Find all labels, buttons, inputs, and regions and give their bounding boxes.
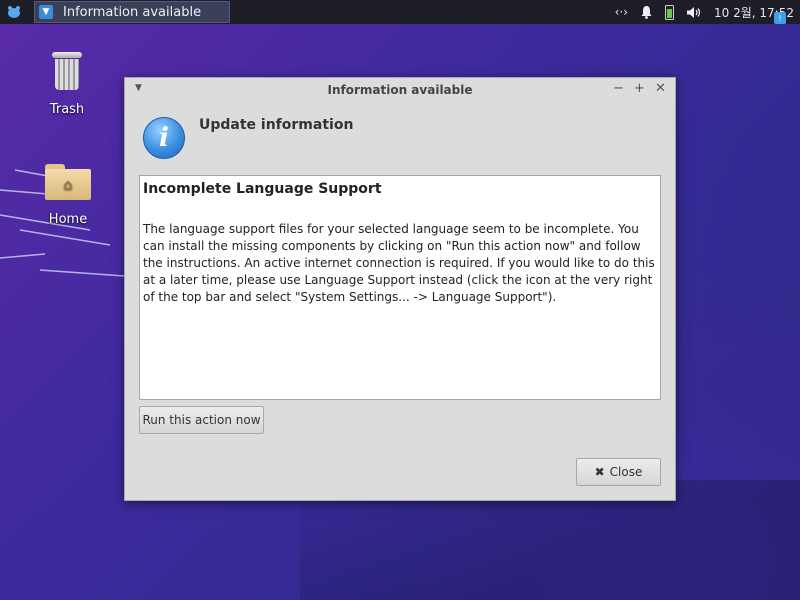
bell-icon[interactable] — [640, 5, 653, 19]
dialog-titlebar[interactable]: ▼ Information available − + ✕ — [125, 78, 675, 102]
close-label: Close — [609, 465, 643, 479]
desktop-icon-label: Home — [48, 212, 88, 227]
battery-icon[interactable] — [665, 4, 675, 20]
message-textview[interactable]: Incomplete Language Support The language… — [139, 175, 661, 400]
message-body: The language support files for your sele… — [143, 222, 655, 304]
notification-icon[interactable]: ! — [774, 12, 786, 24]
window-menu-icon[interactable]: ▼ — [135, 83, 142, 93]
info-icon: i — [143, 117, 185, 159]
close-x-icon: ✖ — [594, 465, 605, 479]
top-panel: ▼ Information available ‹·› 10 2월, 17:52… — [0, 0, 800, 24]
information-dialog: ▼ Information available − + ✕ i Update i… — [124, 77, 676, 501]
trash-icon — [52, 50, 82, 90]
system-tray: ‹·› 10 2월, 17:52 — [615, 0, 800, 24]
desktop-icon-trash[interactable]: Trash — [32, 50, 102, 117]
minimize-icon[interactable]: − — [613, 81, 624, 96]
dialog-title: Information available — [327, 83, 473, 97]
close-icon[interactable]: ✕ — [655, 81, 666, 96]
maximize-icon[interactable]: + — [634, 81, 645, 96]
whisker-menu-button[interactable] — [0, 0, 28, 24]
taskbar-item-information[interactable]: ▼ Information available — [34, 1, 230, 23]
network-icon[interactable]: ‹·› — [615, 5, 628, 19]
taskbar-item-label: Information available — [63, 4, 202, 20]
home-folder-icon: ⌂ — [45, 164, 91, 200]
download-icon: ▼ — [39, 5, 53, 19]
run-action-button[interactable]: Run this action now — [139, 406, 264, 434]
close-button[interactable]: ✖ Close — [576, 458, 661, 486]
xfce-mouse-icon — [8, 6, 20, 18]
message-title: Incomplete Language Support — [143, 181, 382, 197]
desktop-icon-label: Trash — [49, 102, 85, 117]
desktop-icon-home[interactable]: ⌂ Home — [33, 164, 103, 227]
dialog-heading: Update information — [199, 117, 354, 133]
run-action-label: Run this action now — [142, 413, 261, 427]
volume-icon[interactable] — [686, 6, 702, 19]
